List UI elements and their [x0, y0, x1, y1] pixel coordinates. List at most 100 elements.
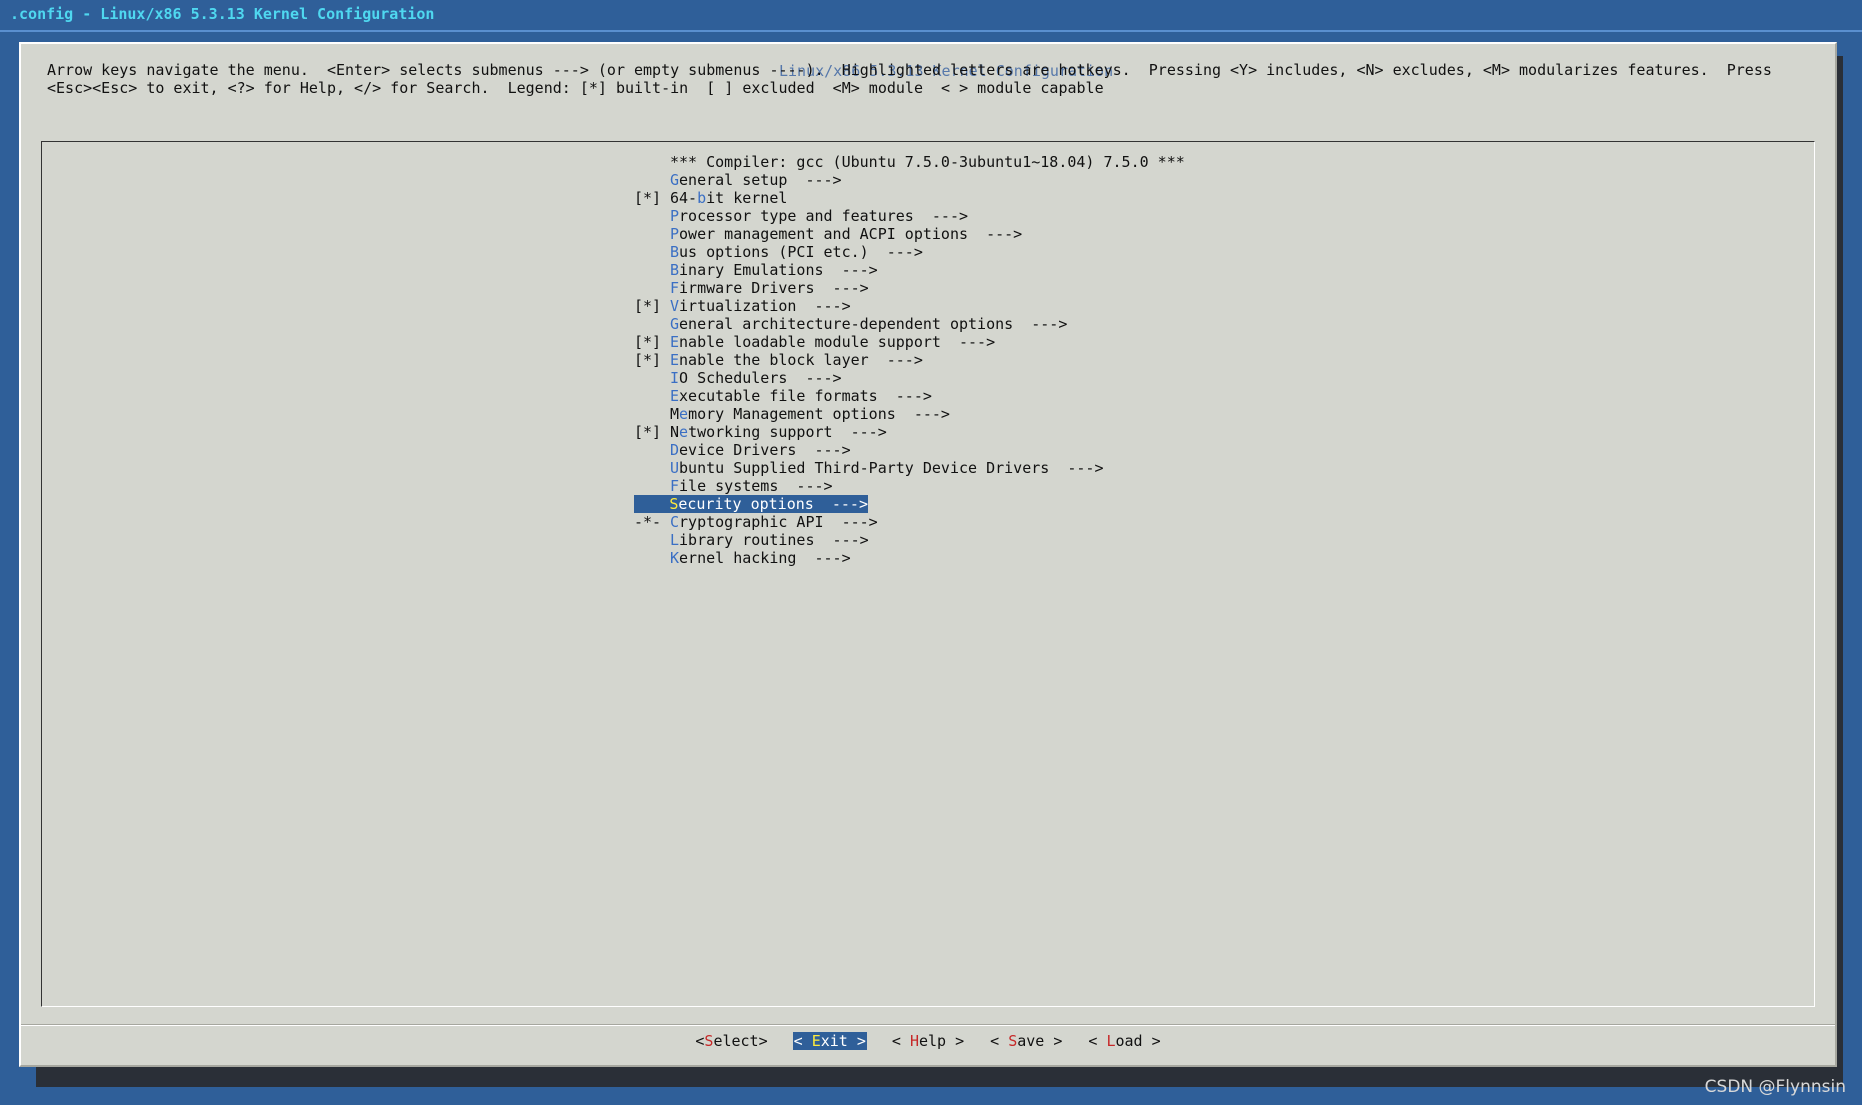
menu-item[interactable]: *** Compiler: gcc (Ubuntu 7.5.0-3ubuntu1…	[634, 153, 1185, 171]
menu-item[interactable]: Kernel hacking --->	[634, 549, 1185, 567]
menu-item-label: Binary Emulations --->	[670, 261, 878, 279]
menu-item-mark	[634, 243, 670, 261]
menu-item-label: Processor type and features --->	[670, 207, 969, 225]
menu-item-mark	[634, 207, 670, 225]
button-hotkey: S	[1008, 1032, 1018, 1050]
menu-item-hotkey: S	[669, 495, 679, 513]
menu-item-mark	[634, 225, 670, 243]
exit-button[interactable]: < Exit >	[792, 1032, 867, 1050]
menu-item-mark: [*]	[634, 351, 662, 369]
menu-list: *** Compiler: gcc (Ubuntu 7.5.0-3ubuntu1…	[634, 153, 1185, 567]
menu-item-label: General architecture-dependent options -…	[670, 315, 1068, 333]
menu-item-hotkey: D	[670, 441, 680, 459]
menu-item[interactable]: [*] Enable the block layer --->	[634, 351, 1185, 369]
menu-item[interactable]: Device Drivers --->	[634, 441, 1185, 459]
select-button[interactable]: <Select>	[694, 1032, 768, 1050]
menu-item-hotkey: E	[670, 387, 680, 405]
menu-item-label: Executable file formats --->	[670, 387, 932, 405]
menu-item[interactable]: File systems --->	[634, 477, 1185, 495]
menu-item-label: Memory Management options --->	[670, 405, 950, 423]
menu-item-label: Cryptographic API --->	[670, 513, 878, 531]
menu-item-hotkey: e	[679, 423, 689, 441]
menu-item-mark	[634, 153, 670, 171]
menu-item[interactable]: General architecture-dependent options -…	[634, 315, 1185, 333]
menu-item-hotkey: b	[697, 189, 707, 207]
menu-item[interactable]: IO Schedulers --->	[634, 369, 1185, 387]
menu-item-label: *** Compiler: gcc (Ubuntu 7.5.0-3ubuntu1…	[670, 153, 1185, 171]
button-separator	[21, 1024, 1835, 1026]
menu-item-label: Bus options (PCI etc.) --->	[670, 243, 923, 261]
menu-item-hotkey: F	[670, 279, 680, 297]
menu-item-mark	[634, 441, 670, 459]
config-dialog: Linux/x86 5.3.13 Kernel Configuration Ar…	[19, 42, 1837, 1067]
menu-item-mark	[634, 531, 670, 549]
title-bar: .config - Linux/x86 5.3.13 Kernel Config…	[0, 0, 1862, 32]
save-button[interactable]: < Save >	[989, 1032, 1063, 1050]
menu-item-mark	[634, 315, 670, 333]
menu-item[interactable]: Library routines --->	[634, 531, 1185, 549]
menu-item-hotkey: L	[670, 531, 680, 549]
menu-item-mark	[634, 387, 670, 405]
menu-item[interactable]: [*] Virtualization --->	[634, 297, 1185, 315]
button-hotkey: E	[811, 1032, 821, 1050]
menu-item[interactable]: [*] Networking support --->	[634, 423, 1185, 441]
menu-item-label: 64-bit kernel	[670, 189, 788, 207]
menu-item-label: Firmware Drivers --->	[670, 279, 869, 297]
menu-item-hotkey: U	[670, 459, 680, 477]
menu-item-hotkey: B	[670, 261, 680, 279]
menu-item-hotkey: E	[670, 351, 680, 369]
menu-item[interactable]: [*] 64-bit kernel	[634, 189, 1185, 207]
menu-item-mark	[634, 171, 670, 189]
menu-item-label: Device Drivers --->	[670, 441, 851, 459]
menu-item[interactable]: Memory Management options --->	[634, 405, 1185, 423]
menu-item[interactable]: Firmware Drivers --->	[634, 279, 1185, 297]
menu-item[interactable]: General setup --->	[634, 171, 1185, 189]
menu-item[interactable]: Binary Emulations --->	[634, 261, 1185, 279]
menu-item[interactable]: Executable file formats --->	[634, 387, 1185, 405]
menu-item-label: Enable the block layer --->	[670, 351, 923, 369]
menu-item-mark	[634, 405, 670, 423]
button-bar: <Select> < Exit > < Help > < Save > < Load >	[21, 1032, 1835, 1050]
menu-item-label: File systems --->	[670, 477, 833, 495]
menu-item[interactable]: -*- Cryptographic API --->	[634, 513, 1185, 531]
menu-item-hotkey: E	[670, 333, 680, 351]
menu-item-mark	[634, 369, 670, 387]
menu-box[interactable]: *** Compiler: gcc (Ubuntu 7.5.0-3ubuntu1…	[41, 141, 1815, 1007]
menu-item[interactable]: [*] Enable loadable module support --->	[634, 333, 1185, 351]
load-button[interactable]: < Load >	[1087, 1032, 1161, 1050]
menu-item-hotkey: B	[670, 243, 680, 261]
menu-item-mark: [*]	[634, 333, 662, 351]
menu-item-hotkey: V	[670, 297, 680, 315]
menu-item-mark	[634, 261, 670, 279]
menu-item-mark	[634, 495, 669, 513]
menu-item[interactable]: Processor type and features --->	[634, 207, 1185, 225]
menu-item-label: Ubuntu Supplied Third-Party Device Drive…	[670, 459, 1104, 477]
menu-item-mark: [*]	[634, 297, 662, 315]
instructions-line-2: <Esc><Esc> to exit, <?> for Help, </> fo…	[47, 79, 1104, 97]
menu-item-mark: -*-	[634, 513, 662, 531]
menu-item-label: Kernel hacking --->	[670, 549, 851, 567]
menu-item-label: Library routines --->	[670, 531, 869, 549]
menu-item-label: Power management and ACPI options --->	[670, 225, 1023, 243]
menu-item-hotkey: C	[670, 513, 680, 531]
menu-item-mark	[634, 549, 670, 567]
watermark: CSDN @Flynnsin	[1704, 1077, 1846, 1097]
instructions-line-1: Arrow keys navigate the menu. <Enter> se…	[47, 61, 1772, 79]
menu-item-label: Security options --->	[669, 495, 868, 513]
menu-item[interactable]: Bus options (PCI etc.) --->	[634, 243, 1185, 261]
menu-item-label: Networking support --->	[670, 423, 887, 441]
menu-item[interactable]: Power management and ACPI options --->	[634, 225, 1185, 243]
menu-item-hotkey: P	[670, 225, 680, 243]
menu-item-hotkey: P	[670, 207, 680, 225]
menu-item-label: Enable loadable module support --->	[670, 333, 996, 351]
menu-item-mark	[634, 459, 670, 477]
menu-item-hotkey: G	[670, 315, 680, 333]
button-hotkey: H	[909, 1032, 919, 1050]
menu-item-mark	[634, 477, 670, 495]
window-title: .config - Linux/x86 5.3.13 Kernel Config…	[10, 5, 435, 23]
menu-item-hotkey: K	[670, 549, 680, 567]
menu-item[interactable]: Security options --->	[634, 495, 868, 513]
menu-item-mark	[634, 279, 670, 297]
help-button[interactable]: < Help >	[891, 1032, 965, 1050]
menu-item[interactable]: Ubuntu Supplied Third-Party Device Drive…	[634, 459, 1185, 477]
